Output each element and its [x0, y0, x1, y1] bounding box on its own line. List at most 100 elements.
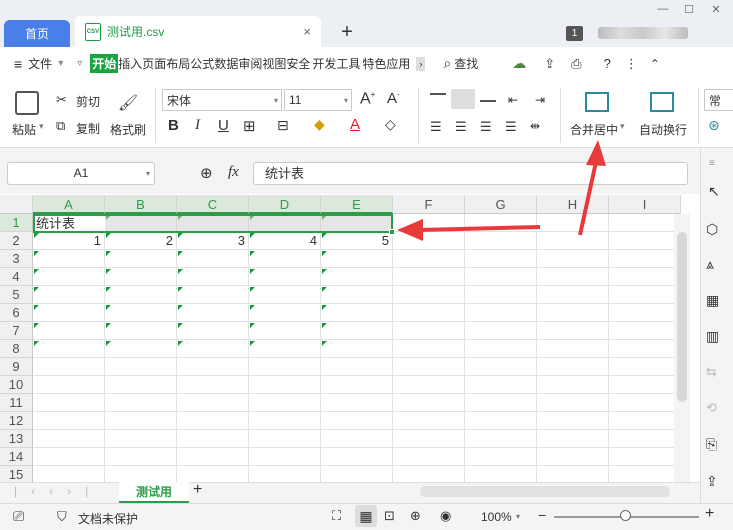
- grid-cell[interactable]: [33, 448, 105, 466]
- share-icon[interactable]: ⇪: [544, 56, 555, 72]
- row-header[interactable]: 14: [0, 448, 33, 466]
- font-name-select[interactable]: 宋体 ▾: [162, 89, 282, 111]
- grid-cell[interactable]: 3: [177, 232, 249, 250]
- home-tab[interactable]: 首页: [4, 20, 70, 47]
- number-format-select[interactable]: 常: [704, 89, 733, 111]
- apps-grid-icon[interactable]: ▦: [706, 292, 719, 309]
- fx-icon[interactable]: fx: [228, 164, 239, 181]
- grid-cell[interactable]: [33, 430, 105, 448]
- grid-cell[interactable]: [249, 448, 321, 466]
- column-header-h[interactable]: H: [537, 195, 609, 214]
- font-color-icon[interactable]: A: [350, 116, 360, 133]
- grid-cell[interactable]: [177, 322, 249, 340]
- grid-cell[interactable]: [177, 286, 249, 304]
- grid-cell[interactable]: [465, 250, 537, 268]
- grid-cell[interactable]: [465, 430, 537, 448]
- grid-cell[interactable]: 2: [105, 232, 177, 250]
- grid-cell[interactable]: [105, 358, 177, 376]
- more-menu-icon[interactable]: ›: [416, 56, 426, 71]
- grid-cell[interactable]: [609, 250, 681, 268]
- grid-cell[interactable]: [465, 358, 537, 376]
- grid-cell[interactable]: [609, 358, 681, 376]
- document-protection-status[interactable]: 文档未保护: [78, 510, 138, 527]
- vertical-scroll-thumb[interactable]: [677, 232, 687, 402]
- grid-cell[interactable]: [609, 286, 681, 304]
- grid-cell[interactable]: [249, 430, 321, 448]
- grid-cell[interactable]: [537, 448, 609, 466]
- grid-cell[interactable]: [321, 358, 393, 376]
- grid-cell[interactable]: [537, 286, 609, 304]
- grid-cell[interactable]: [105, 376, 177, 394]
- select-all-corner[interactable]: [0, 195, 33, 214]
- row-header[interactable]: 2: [0, 232, 33, 250]
- grid-cell[interactable]: [609, 394, 681, 412]
- sheet-tab[interactable]: 测试用: [119, 482, 189, 503]
- grid-cell[interactable]: [609, 430, 681, 448]
- grid-cell[interactable]: [249, 358, 321, 376]
- spreadsheet-grid[interactable]: A B C D E F G H I 1 2 1 2 3 4 5 3 4 5 6 7 8 9 10 11 12 13…: [0, 195, 700, 482]
- grid-cell[interactable]: [249, 268, 321, 286]
- grid-cell[interactable]: [33, 376, 105, 394]
- grid-cell[interactable]: [393, 268, 465, 286]
- copy-button[interactable]: 复制: [76, 120, 100, 137]
- grid-cell[interactable]: [609, 340, 681, 358]
- grid-cell[interactable]: [393, 448, 465, 466]
- grid-cell[interactable]: [249, 376, 321, 394]
- paste-button[interactable]: 粘贴: [12, 121, 36, 138]
- grid-cell[interactable]: [177, 448, 249, 466]
- menu-item-features[interactable]: 特色应用: [362, 55, 410, 72]
- row-header[interactable]: 10: [0, 376, 33, 394]
- grid-cell[interactable]: [393, 394, 465, 412]
- grid-cell[interactable]: [609, 304, 681, 322]
- page-break-icon[interactable]: ⊡: [384, 508, 395, 524]
- zoom-in-button[interactable]: +: [705, 505, 714, 523]
- wrap-text-button[interactable]: 自动换行: [639, 121, 687, 138]
- grid-cell[interactable]: [537, 412, 609, 430]
- column-header-g[interactable]: G: [465, 195, 537, 214]
- underline-icon[interactable]: U: [218, 117, 229, 134]
- search-label[interactable]: 查找: [454, 55, 478, 72]
- row-header[interactable]: 1: [0, 214, 33, 232]
- grid-cell[interactable]: [393, 376, 465, 394]
- menu-item-view[interactable]: 视图: [262, 55, 286, 72]
- merge-center-icon[interactable]: [585, 92, 609, 112]
- chevron-down-icon[interactable]: ▾: [516, 512, 520, 521]
- grid-cell[interactable]: [537, 268, 609, 286]
- grid-cell[interactable]: [465, 232, 537, 250]
- distributed-icon[interactable]: ⇹: [530, 119, 540, 133]
- grid-cell[interactable]: [393, 358, 465, 376]
- style-icon[interactable]: ⩓: [706, 256, 714, 273]
- grid-cell[interactable]: [321, 448, 393, 466]
- increase-font-icon[interactable]: A+: [360, 90, 375, 108]
- search-icon[interactable]: ⌕: [443, 55, 451, 72]
- row-header[interactable]: 11: [0, 394, 33, 412]
- normal-view-icon[interactable]: ▦: [355, 505, 377, 527]
- grid-cell[interactable]: [177, 430, 249, 448]
- currency-icon[interactable]: ⊛: [708, 117, 720, 134]
- grid-cell[interactable]: [105, 412, 177, 430]
- font-size-select[interactable]: 11 ▾: [284, 89, 352, 111]
- grid-cell[interactable]: 1: [33, 232, 105, 250]
- grid-cell[interactable]: [321, 268, 393, 286]
- grid-cell[interactable]: [33, 268, 105, 286]
- menu-item-security[interactable]: 安全: [286, 55, 310, 72]
- grid-cell[interactable]: [33, 322, 105, 340]
- more-icon[interactable]: ⋮: [625, 56, 638, 72]
- menu-item-developer[interactable]: 开发工具: [312, 55, 360, 72]
- grid-cell[interactable]: [609, 466, 681, 482]
- grid-cell[interactable]: [393, 304, 465, 322]
- grid-cell[interactable]: [249, 394, 321, 412]
- grid-cell[interactable]: [609, 448, 681, 466]
- grid-cell[interactable]: [609, 232, 681, 250]
- grid-cell[interactable]: [393, 286, 465, 304]
- align-center-icon[interactable]: ☰: [455, 119, 467, 135]
- zoom-slider-thumb[interactable]: [620, 510, 631, 521]
- grid-cell[interactable]: [465, 214, 537, 232]
- maximize-icon[interactable]: ☐: [680, 3, 698, 17]
- grid-cell[interactable]: [609, 322, 681, 340]
- cut-button[interactable]: 剪切: [76, 93, 100, 110]
- row-header[interactable]: 5: [0, 286, 33, 304]
- column-header-f[interactable]: F: [393, 195, 465, 214]
- hamburger-menu-icon[interactable]: ≡: [14, 56, 22, 72]
- name-box[interactable]: A1 ▾: [7, 162, 155, 185]
